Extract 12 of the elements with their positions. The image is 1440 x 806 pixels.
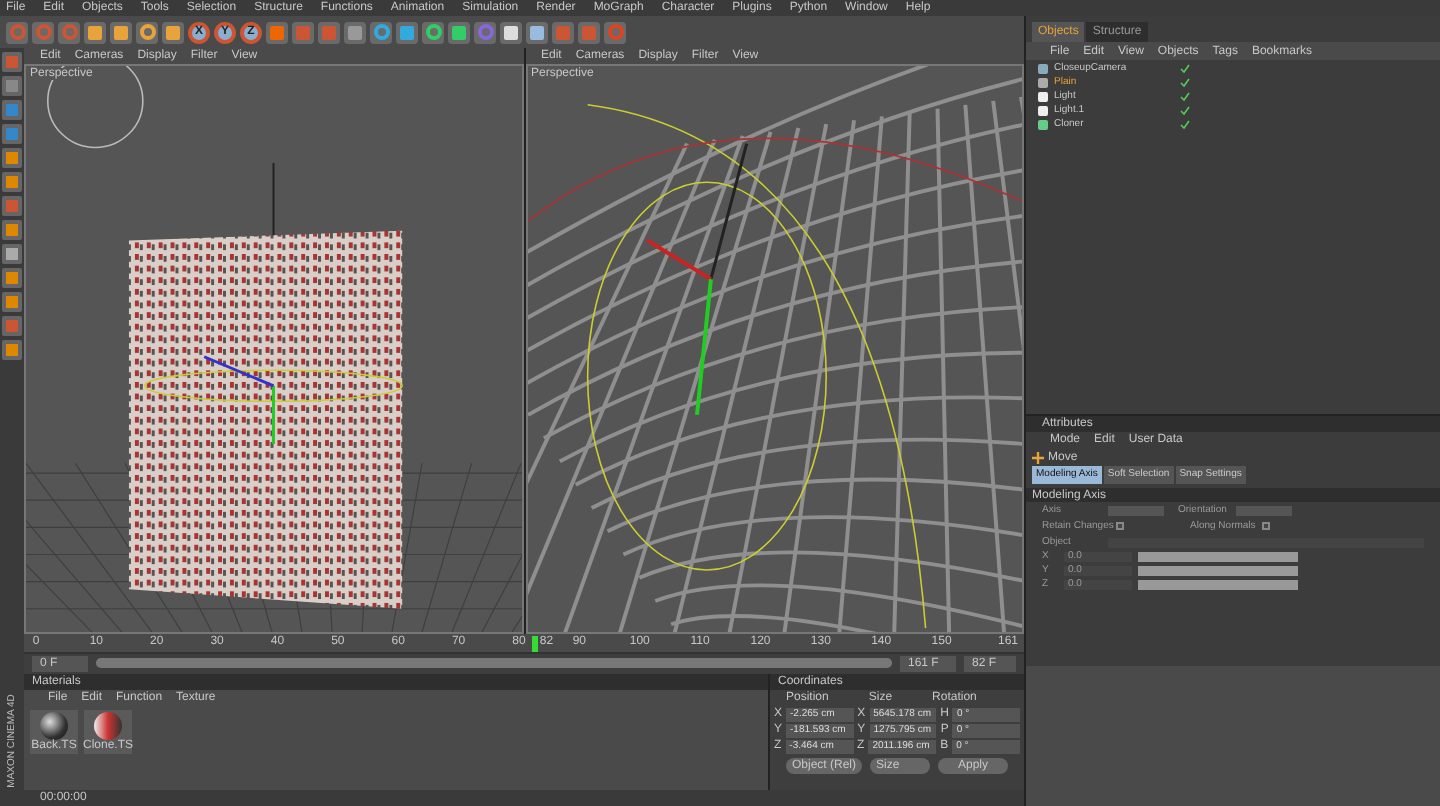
range-slider[interactable] bbox=[96, 658, 892, 668]
sphere-preview-icon bbox=[40, 712, 68, 740]
playhead[interactable] bbox=[531, 636, 538, 652]
checkbox[interactable] bbox=[1261, 522, 1270, 530]
slider-track[interactable] bbox=[1138, 580, 1298, 590]
slider-track[interactable] bbox=[1138, 552, 1298, 562]
slider-track[interactable] bbox=[1138, 566, 1298, 576]
texture-preview-icon bbox=[94, 712, 122, 740]
axis-dropdown[interactable] bbox=[1108, 505, 1164, 515]
move-icon bbox=[1032, 451, 1044, 463]
checkbox[interactable] bbox=[1116, 522, 1124, 530]
orientation-dropdown[interactable] bbox=[1236, 505, 1292, 515]
